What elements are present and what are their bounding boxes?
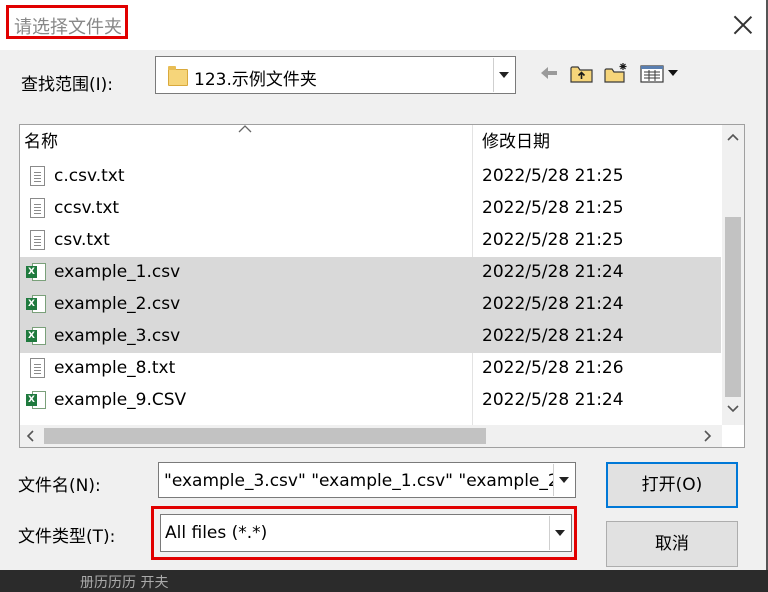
file-name: csv.txt [54,230,110,250]
file-date: 2022/5/28 21:24 [482,390,624,410]
list-item[interactable]: csv.txt 2022/5/28 21:25 [20,225,721,257]
view-menu-icon[interactable] [640,62,682,84]
excel-file-icon: X [26,327,46,345]
file-date: 2022/5/28 21:26 [482,358,624,378]
file-date: 2022/5/28 21:25 [482,166,624,186]
file-name: example_2.csv [54,294,181,314]
vertical-scrollbar[interactable] [722,125,744,425]
excel-file-icon: X [26,295,46,313]
back-arrow-icon[interactable] [538,62,560,84]
file-date: 2022/5/28 21:25 [482,230,624,250]
vertical-scroll-thumb[interactable] [725,217,741,397]
file-name: example_9.CSV [54,390,187,410]
file-list[interactable]: 名称 修改日期 c.csv.txt 2022/5/28 21:25 ccsv.t… [19,124,745,448]
sort-ascending-icon [238,125,252,133]
lookin-combo[interactable]: 123.示例文件夹 [155,56,516,94]
file-date: 2022/5/28 21:25 [482,198,624,218]
scroll-left-icon[interactable] [26,430,34,442]
highlight-box [151,506,577,560]
list-item[interactable]: X example_1.csv 2022/5/28 21:24 [20,257,721,289]
horizontal-scroll-thumb[interactable] [44,428,486,444]
filetype-label: 文件类型(T): [18,527,116,547]
open-button[interactable]: 打开(O) [606,462,738,508]
scroll-right-icon[interactable] [704,430,712,442]
file-name: c.csv.txt [54,166,125,186]
up-folder-icon[interactable] [570,62,594,84]
close-icon[interactable] [728,10,758,40]
lookin-label: 查找范围(I): [21,75,114,95]
list-item[interactable]: example_8.txt 2022/5/28 21:26 [20,353,721,385]
filename-label: 文件名(N): [18,476,101,496]
filename-input[interactable]: "example_3.csv" "example_1.csv" "example… [158,462,576,498]
cancel-button[interactable]: 取消 [606,521,738,567]
lookin-value: 123.示例文件夹 [194,70,317,90]
text-file-icon [30,358,45,378]
text-file-icon [30,166,45,186]
excel-file-icon: X [26,391,46,409]
scroll-down-icon[interactable] [727,405,739,413]
chevron-down-icon[interactable] [493,58,514,92]
excel-file-icon: X [26,263,46,281]
text-file-icon [30,198,45,218]
list-item[interactable]: ccsv.txt 2022/5/28 21:25 [20,193,721,225]
file-name: example_1.csv [54,262,181,282]
text-file-icon [30,230,45,250]
scroll-up-icon[interactable] [727,133,739,141]
file-date: 2022/5/28 21:24 [482,262,624,282]
file-name: ccsv.txt [54,198,120,218]
column-header-name[interactable]: 名称 [24,125,58,159]
column-header-date[interactable]: 修改日期 [482,125,550,159]
background-window-text: 册历历历 开夫 [80,575,169,591]
file-open-dialog: 请选择文件夹 查找范围(I): 123.示例文件夹 名称 修改日期 c.csv.… [0,0,768,570]
list-item[interactable]: X example_2.csv 2022/5/28 21:24 [20,289,721,321]
dialog-title: 请选择文件夹 [6,5,128,39]
list-item[interactable]: X example_9.CSV 2022/5/28 21:24 [20,385,721,417]
title-bar: 请选择文件夹 [0,0,766,50]
horizontal-scrollbar[interactable] [20,425,722,447]
list-item[interactable]: X example_3.csv 2022/5/28 21:24 [20,321,721,353]
chevron-down-icon[interactable] [553,464,574,496]
folder-icon [168,66,188,86]
filename-value: "example_3.csv" "example_1.csv" "example… [164,471,559,491]
file-date: 2022/5/28 21:24 [482,326,624,346]
file-date: 2022/5/28 21:24 [482,294,624,314]
file-name: example_3.csv [54,326,181,346]
list-item[interactable]: c.csv.txt 2022/5/28 21:25 [20,161,721,193]
file-name: example_8.txt [54,358,176,378]
new-folder-icon[interactable] [604,62,630,84]
